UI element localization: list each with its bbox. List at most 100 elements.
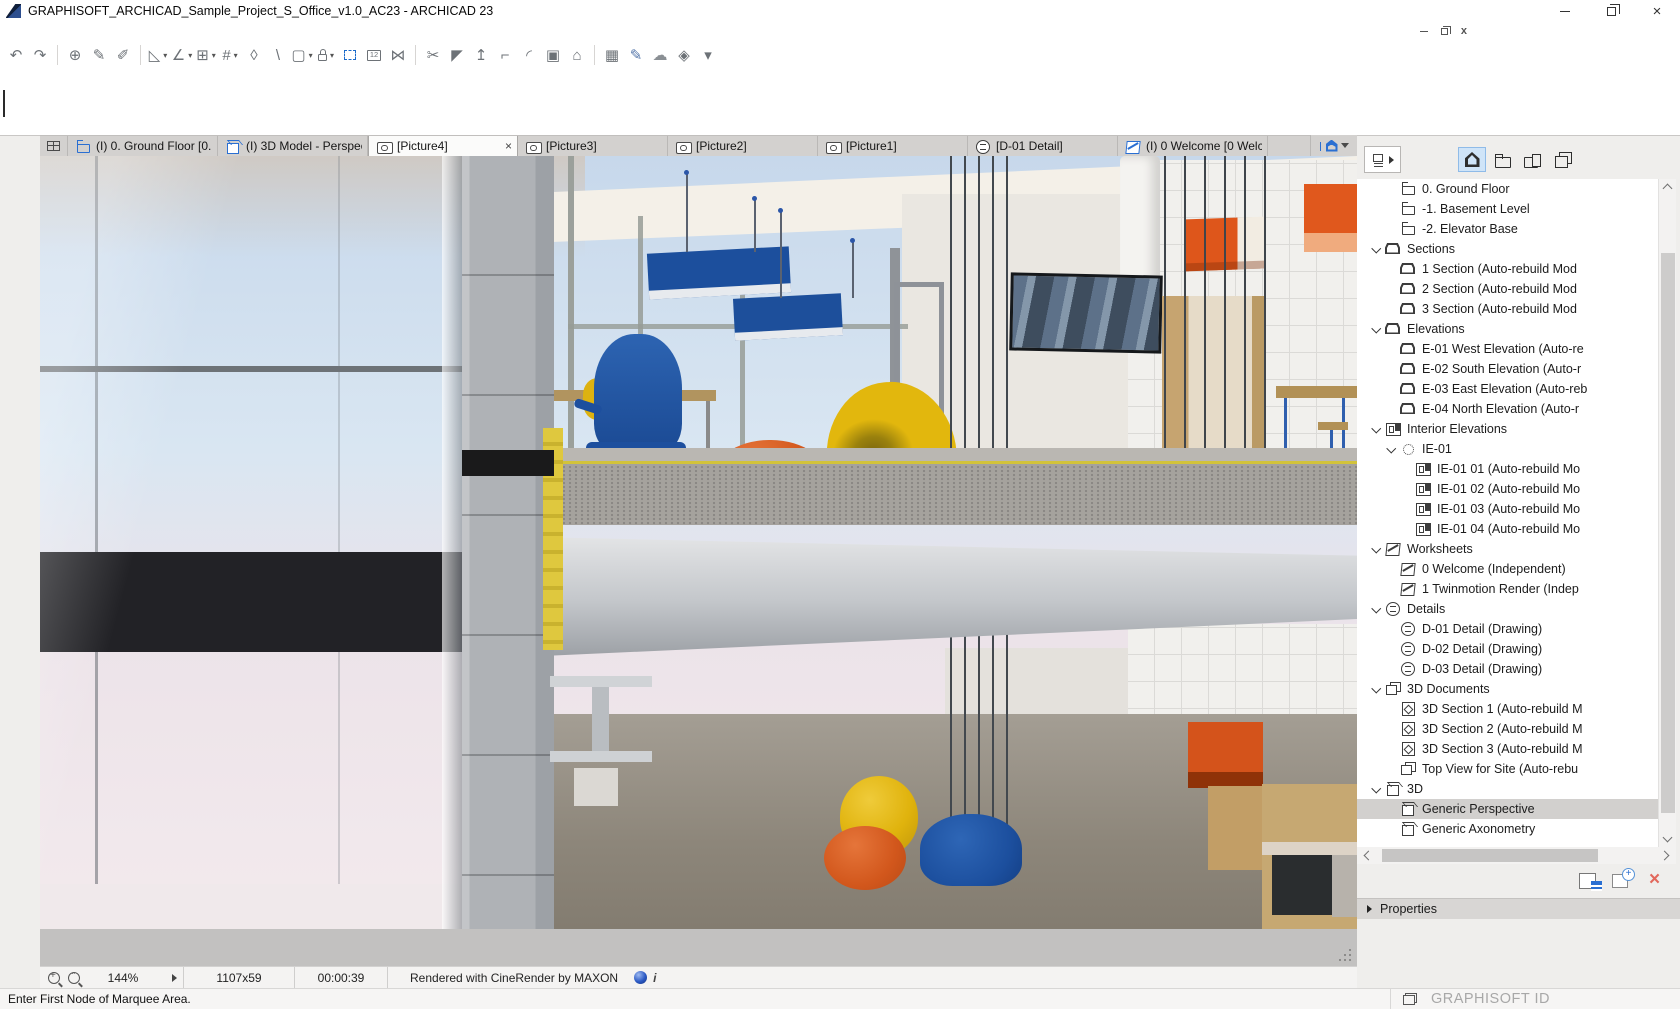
- render-viewport[interactable]: [40, 156, 1357, 929]
- tree-item[interactable]: IE-01 01 (Auto-rebuild Mo: [1357, 459, 1658, 479]
- viewpoint-settings-button[interactable]: [1579, 870, 1602, 891]
- toolbar-tool[interactable]: 12: [362, 42, 386, 68]
- tree-item[interactable]: 1 Section (Auto-rebuild Mod: [1357, 259, 1658, 279]
- new-viewpoint-button[interactable]: [1611, 870, 1634, 891]
- tree-item[interactable]: E-01 West Elevation (Auto-re: [1357, 339, 1658, 359]
- view-tab[interactable]: [Picture3] ×: [518, 136, 668, 156]
- tree-item[interactable]: 1 Twinmotion Render (Indep: [1357, 579, 1658, 599]
- toolbar-tool[interactable]: ◤: [445, 42, 469, 68]
- menu-item[interactable]: [40, 30, 58, 32]
- tree-item[interactable]: E-03 East Elevation (Auto-reb: [1357, 379, 1658, 399]
- tree-item[interactable]: 3D: [1357, 779, 1658, 799]
- menu-item[interactable]: [58, 30, 76, 32]
- tree-item[interactable]: E-02 South Elevation (Auto-r: [1357, 359, 1658, 379]
- view-tab[interactable]: (I) 0 Welcome [0 Welc... ×: [1118, 136, 1268, 156]
- toolbar-tool[interactable]: ▦: [600, 42, 624, 68]
- tab-overview-button[interactable]: [40, 136, 68, 156]
- toolbar-tool[interactable]: ↶: [4, 42, 28, 68]
- view-tab[interactable]: [D-01 Detail] ×: [968, 136, 1118, 156]
- tree-item[interactable]: IE-01: [1357, 439, 1658, 459]
- toolbar-tool[interactable]: ▣: [541, 42, 565, 68]
- zoom-in-icon[interactable]: [48, 972, 60, 984]
- view-tab[interactable]: [Picture1] ×: [818, 136, 968, 156]
- properties-panel-header[interactable]: Properties: [1357, 898, 1680, 919]
- tree-item[interactable]: D-01 Detail (Drawing): [1357, 619, 1658, 639]
- tree-horizontal-scrollbar[interactable]: [1357, 847, 1676, 864]
- menu-item[interactable]: [76, 30, 94, 32]
- chevron-expand-icon[interactable]: [1369, 422, 1384, 437]
- toolbar-tool[interactable]: [338, 42, 362, 68]
- toolbar-tool[interactable]: ◊: [242, 42, 266, 68]
- zoom-flyout-caret-icon[interactable]: [172, 974, 177, 982]
- delete-viewpoint-icon[interactable]: ×: [1643, 870, 1666, 891]
- scrollbar-thumb[interactable]: [1382, 849, 1598, 862]
- tree-item[interactable]: Details: [1357, 599, 1658, 619]
- tab-close-icon[interactable]: ×: [501, 139, 512, 153]
- tree-item[interactable]: Top View for Site (Auto-rebu: [1357, 759, 1658, 779]
- mdi-restore-icon[interactable]: [1441, 28, 1448, 35]
- zoom-options-icon[interactable]: [68, 972, 80, 984]
- chevron-expand-icon[interactable]: [1369, 602, 1384, 617]
- tree-item[interactable]: Elevations: [1357, 319, 1658, 339]
- toolbar-tool[interactable]: ▾: [696, 42, 720, 68]
- toolbar-tool[interactable]: ◈: [672, 42, 696, 68]
- toolbar-tool[interactable]: ✎: [624, 42, 648, 68]
- toolbar-tool[interactable]: ✂: [421, 42, 445, 68]
- tree-vertical-scrollbar[interactable]: [1658, 179, 1676, 847]
- toolbar-tool[interactable]: ▢: [290, 42, 314, 68]
- restore-button[interactable]: [1588, 0, 1634, 22]
- view-tab[interactable]: (I) 3D Model - Perspec... ×: [218, 136, 368, 156]
- info-icon[interactable]: i: [653, 971, 656, 985]
- minimize-button[interactable]: [1542, 0, 1588, 22]
- toolbar-tool[interactable]: ↷: [28, 42, 52, 68]
- chevron-expand-icon[interactable]: [1384, 442, 1399, 457]
- navigator-map-button[interactable]: [1518, 147, 1546, 172]
- toolbar-tool[interactable]: ◺: [146, 42, 170, 68]
- tree-item[interactable]: 3D Section 1 (Auto-rebuild M: [1357, 699, 1658, 719]
- tree-item[interactable]: IE-01 02 (Auto-rebuild Mo: [1357, 479, 1658, 499]
- view-tab[interactable]: [Picture4] ×: [368, 136, 518, 156]
- chevron-expand-icon[interactable]: [1369, 322, 1384, 337]
- menu-item[interactable]: [22, 30, 40, 32]
- tree-item[interactable]: IE-01 04 (Auto-rebuild Mo: [1357, 519, 1658, 539]
- scroll-left-icon[interactable]: [1364, 851, 1374, 861]
- toolbar-tool[interactable]: #: [218, 42, 242, 68]
- tree-item[interactable]: Generic Axonometry: [1357, 819, 1658, 839]
- resize-grip[interactable]: [1349, 959, 1352, 962]
- navigator-map-button[interactable]: [1548, 147, 1576, 172]
- close-button[interactable]: ×: [1634, 0, 1680, 22]
- chevron-expand-icon[interactable]: [1369, 542, 1384, 557]
- tree-item[interactable]: 3 Section (Auto-rebuild Mod: [1357, 299, 1658, 319]
- toolbar-tool[interactable]: \: [266, 42, 290, 68]
- menu-item[interactable]: [130, 30, 148, 32]
- menu-item[interactable]: [112, 30, 130, 32]
- tree-item[interactable]: -1. Basement Level: [1357, 199, 1658, 219]
- zoom-level[interactable]: 144%: [80, 971, 166, 985]
- toolbar-tool[interactable]: ✐: [111, 42, 135, 68]
- view-tab[interactable]: [Picture2] ×: [668, 136, 818, 156]
- toolbar-tool[interactable]: ⋈: [386, 42, 410, 68]
- view-tab[interactable]: (I) 0. Ground Floor [0. ... ×: [68, 136, 218, 156]
- chevron-expand-icon[interactable]: [1369, 782, 1384, 797]
- tree-item[interactable]: Interior Elevations: [1357, 419, 1658, 439]
- chevron-expand-icon[interactable]: [1369, 242, 1384, 257]
- tree-item[interactable]: 3D Documents: [1357, 679, 1658, 699]
- mdi-close-icon[interactable]: x: [1461, 26, 1467, 37]
- tree-item[interactable]: Worksheets: [1357, 539, 1658, 559]
- tree-item[interactable]: Sections: [1357, 239, 1658, 259]
- project-chooser-button[interactable]: [1364, 146, 1401, 173]
- graphisoft-id-label[interactable]: GRAPHISOFT ID: [1431, 991, 1680, 1007]
- toolbar-tool[interactable]: ↥: [469, 42, 493, 68]
- toolbar-tool[interactable]: ⊕: [63, 42, 87, 68]
- toolbar-tool[interactable]: ✎: [87, 42, 111, 68]
- windows-stack-icon[interactable]: [1403, 993, 1417, 1005]
- menu-item[interactable]: [94, 30, 112, 32]
- tree-item[interactable]: D-03 Detail (Drawing): [1357, 659, 1658, 679]
- pop-up-navigator-button[interactable]: [1310, 135, 1357, 156]
- scroll-up-icon[interactable]: [1663, 184, 1673, 194]
- menu-item[interactable]: [166, 30, 184, 32]
- navigator-map-button[interactable]: [1458, 147, 1486, 172]
- scroll-right-icon[interactable]: [1660, 851, 1670, 861]
- toolbar-tool[interactable]: ☁: [648, 42, 672, 68]
- tree-item[interactable]: D-02 Detail (Drawing): [1357, 639, 1658, 659]
